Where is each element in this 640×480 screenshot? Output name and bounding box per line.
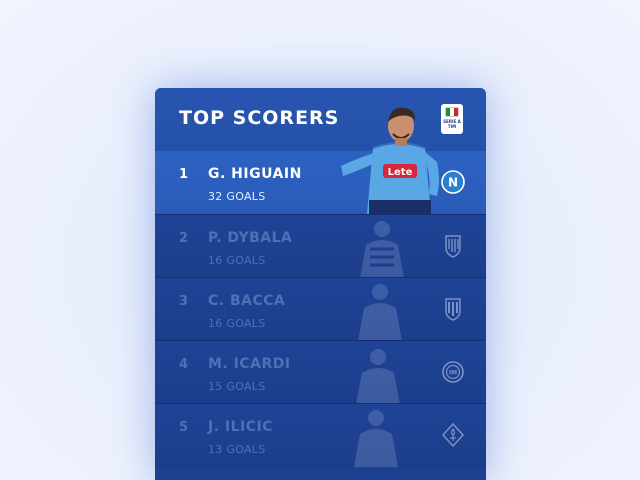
scorer-rank: 4 (179, 357, 189, 372)
fiorentina-crest-icon (441, 423, 465, 447)
page-title: TOP SCORERS (179, 107, 340, 129)
svg-text:IM: IM (449, 370, 457, 377)
juventus-crest-icon (445, 235, 461, 258)
featured-player-image: Lete (341, 107, 439, 214)
scorer-rank: 1 (179, 167, 189, 182)
scorer-row-3[interactable]: 3 C. BACCA 16 GOALS (155, 277, 486, 341)
player-silhouette (356, 349, 400, 404)
top-scorers-card: 1 G. HIGUAIN 32 GOALS N 2 P. DYBALA 16 G… (155, 88, 486, 480)
scorer-rank: 3 (179, 294, 189, 309)
inter-crest-icon: IM (442, 361, 464, 383)
scorer-name: G. HIGUAIN (208, 166, 302, 182)
scorer-row-2[interactable]: 2 P. DYBALA 16 GOALS (155, 214, 486, 278)
scorer-name: M. ICARDI (208, 356, 291, 372)
player-silhouette (354, 410, 398, 467)
scorer-rank: 5 (179, 420, 189, 435)
milan-crest-icon (445, 298, 461, 321)
player-silhouette (360, 221, 404, 278)
player-silhouette (358, 284, 402, 341)
scorer-goals: 15 GOALS (208, 380, 266, 393)
scorer-goals: 16 GOALS (208, 254, 266, 267)
scorer-goals: 13 GOALS (208, 443, 266, 456)
scorer-name: J. ILICIC (208, 419, 273, 435)
scorer-rank: 2 (179, 231, 189, 246)
scorer-goals: 32 GOALS (208, 190, 266, 203)
scorer-goals: 16 GOALS (208, 317, 266, 330)
scorer-row-5[interactable]: 5 J. ILICIC 13 GOALS (155, 403, 486, 467)
scorer-name: C. BACCA (208, 293, 286, 309)
scorer-row-4[interactable]: 4 M. ICARDI 15 GOALS IM (155, 340, 486, 404)
scorer-name: P. DYBALA (208, 230, 293, 246)
shirt-sponsor: Lete (388, 167, 413, 178)
